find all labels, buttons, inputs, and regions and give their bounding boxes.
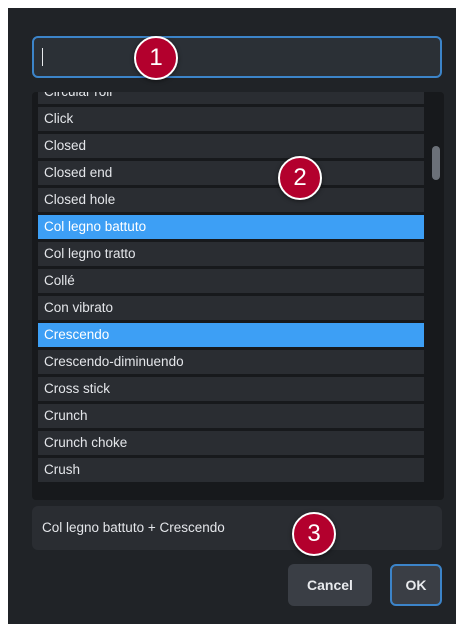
list-item[interactable]: Cross stick (38, 377, 424, 401)
list-item[interactable]: Crescendo (38, 323, 424, 347)
list-item[interactable]: Crunch choke (38, 431, 424, 455)
list-item-label: Click (44, 111, 74, 126)
list-item-label: Closed (44, 138, 87, 153)
list-item-label: Cross stick (44, 381, 111, 396)
options-list-items: Circular roll Click Closed Closed end Closed… (38, 92, 424, 485)
list-item-label: Circular roll (44, 92, 112, 99)
list-item[interactable]: Crush (38, 458, 424, 482)
callout-badge-1: 1 (134, 36, 178, 80)
list-item-label: Closed end (44, 165, 113, 180)
selection-summary: Col legno battuto + Crescendo (32, 506, 442, 550)
ok-button[interactable]: OK (390, 564, 442, 606)
list-item-label: Crunch choke (44, 435, 128, 450)
list-item-label: Con vibrato (44, 300, 114, 315)
list-scrollbar[interactable] (432, 146, 440, 180)
list-item[interactable]: Closed hole (38, 188, 424, 212)
list-item-label: Crunch (44, 408, 88, 423)
selection-summary-text: Col legno battuto + Crescendo (42, 520, 225, 535)
list-item[interactable]: Click (38, 107, 424, 131)
search-field[interactable] (32, 36, 442, 78)
list-item-label: Col legno tratto (44, 246, 136, 261)
list-item[interactable]: Closed (38, 134, 424, 158)
list-item[interactable]: Circular roll (38, 92, 424, 104)
list-item[interactable]: Col legno tratto (38, 242, 424, 266)
list-item-label: Crescendo (44, 327, 110, 342)
list-item[interactable]: Crescendo-diminuendo (38, 350, 424, 374)
callout-badge-2: 2 (278, 156, 322, 200)
options-list[interactable]: Circular roll Click Closed Closed end Closed… (32, 92, 444, 500)
list-item[interactable]: Crunch (38, 404, 424, 428)
list-item-label: Col legno battuto (44, 219, 147, 234)
text-caret (42, 48, 43, 66)
list-item[interactable]: Con vibrato (38, 296, 424, 320)
search-input[interactable] (34, 38, 440, 76)
list-item-label: Closed hole (44, 192, 116, 207)
cancel-button[interactable]: Cancel (288, 564, 372, 606)
list-item-label: Collé (44, 273, 75, 288)
list-item[interactable]: Collé (38, 269, 424, 293)
callout-badge-3: 3 (292, 512, 336, 556)
playing-techniques-dialog: Circular roll Click Closed Closed end Closed… (8, 8, 456, 624)
list-item[interactable]: Closed end (38, 161, 424, 185)
list-item[interactable]: Col legno battuto (38, 215, 424, 239)
list-item-label: Crush (44, 462, 81, 477)
list-item-label: Crescendo-diminuendo (44, 354, 184, 369)
